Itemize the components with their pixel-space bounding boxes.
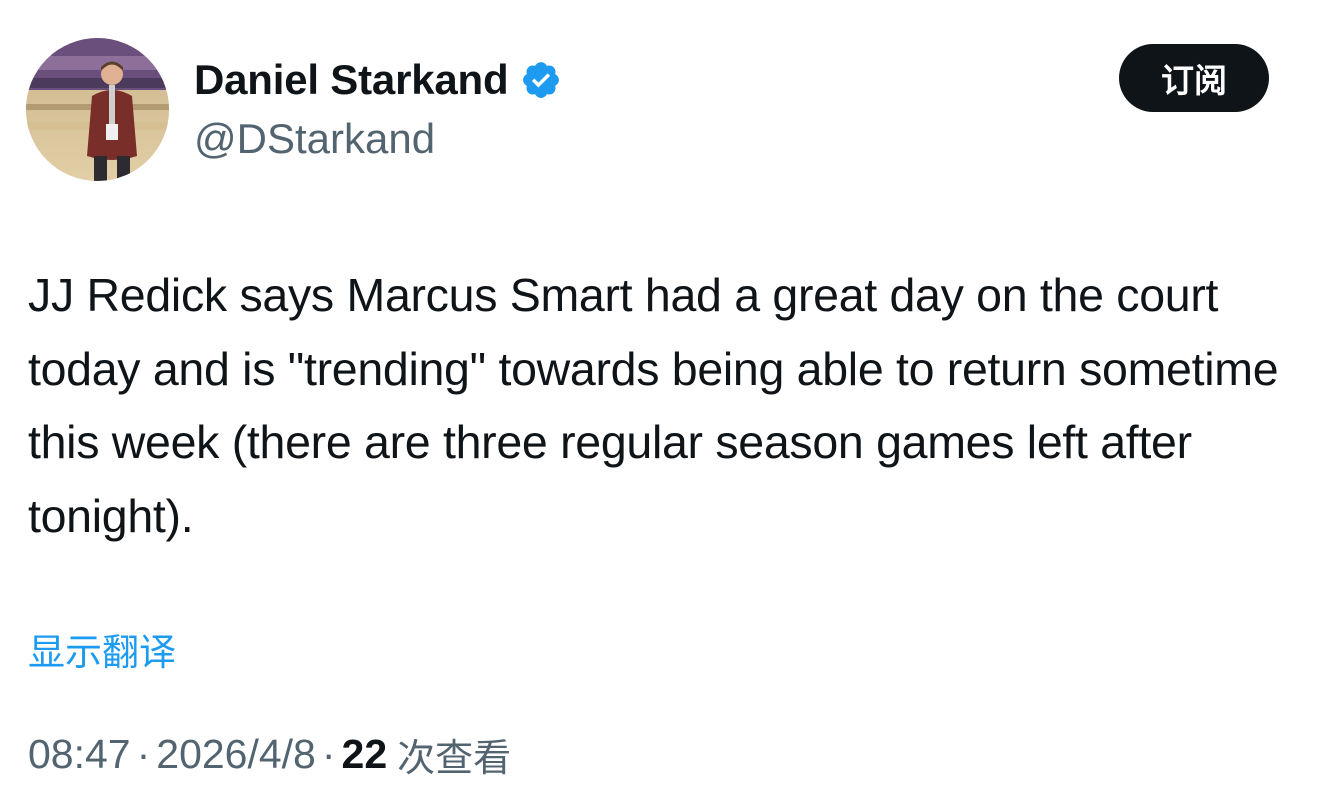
tweet-text: JJ Redick says Marcus Smart had a great … [28, 269, 1279, 542]
verified-badge-icon [523, 62, 560, 98]
author-header: Daniel Starkand [194, 54, 562, 106]
meta-separator: · [321, 730, 336, 777]
avatar[interactable] [26, 38, 169, 181]
author-handle[interactable]: @DStarkand [194, 113, 435, 165]
views-label: 次查看 [397, 735, 512, 780]
author-display-name[interactable]: Daniel Starkand [194, 56, 509, 104]
tweet-date[interactable]: 2026/4/8 [156, 731, 316, 778]
meta-separator: · [136, 730, 151, 777]
tweet-meta: 08:47 · 2026/4/8 · 22 次查看 [28, 726, 511, 782]
views-count[interactable]: 22 [342, 731, 388, 778]
subscribe-button[interactable]: 订阅 [1119, 44, 1269, 112]
show-translation-link[interactable]: 显示翻译 [28, 627, 176, 679]
tweet-card: Daniel Starkand @DStarkand 订阅 JJ Redick … [0, 0, 1320, 809]
avatar-image [26, 38, 169, 181]
tweet-time[interactable]: 08:47 [28, 731, 131, 778]
